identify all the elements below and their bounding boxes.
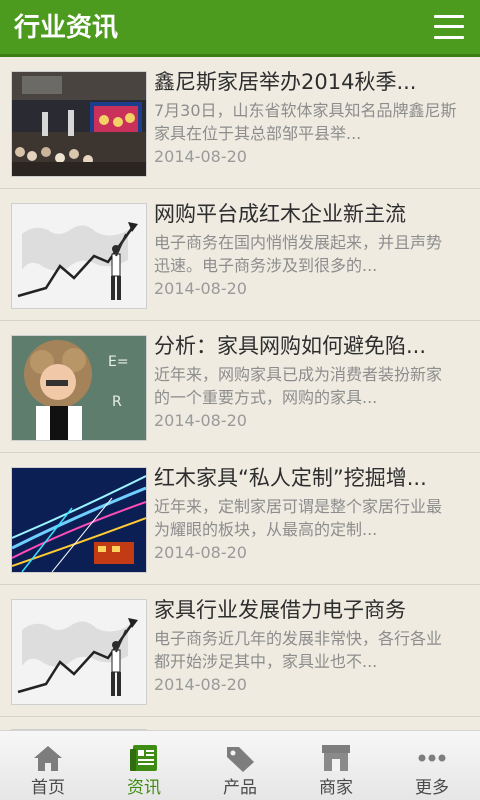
article-summary: 近年来，网购家具已成为消费者装扮新家的一个重要方式，网购的家具... [154, 365, 443, 407]
app-header: 行业资讯 [0, 0, 480, 57]
article-thumbnail [11, 599, 147, 705]
article-title: 网购平台成红木企业新主流 [154, 202, 406, 226]
tab-label: 更多 [415, 778, 449, 798]
article-summary: 电子商务在国内悄悄发展起来，并且声势迅速。电子商务涉及到很多的... [154, 233, 443, 275]
list-item[interactable]: E= R 分析：家具网购如何避免陷... 近年来，网购家具已成为消费者装扮新家的… [0, 321, 480, 453]
event-stage-photo [12, 72, 146, 176]
menu-icon[interactable] [434, 12, 464, 42]
store-icon [319, 743, 353, 773]
list-item[interactable]: 鑫尼斯家居举办2014秋季... 7月30日，山东省软体家具知名品牌鑫尼斯家具在… [0, 57, 480, 189]
tab-label: 资讯 [127, 778, 161, 798]
tab-merchants[interactable]: 商家 [288, 731, 384, 800]
tab-label: 首页 [31, 778, 65, 798]
tab-label: 产品 [223, 778, 257, 798]
growth-chart-businessman [12, 600, 146, 704]
more-icon [415, 743, 449, 773]
article-title: 鑫尼斯家居举办2014秋季... [154, 70, 417, 94]
article-date: 2014-08-20 [154, 147, 247, 166]
article-date: 2014-08-20 [154, 279, 247, 298]
tab-label: 商家 [319, 778, 353, 798]
article-summary: 近年来，定制家居可谓是整个家居行业最为耀眼的板块，从最高的定制... [154, 497, 443, 539]
article-date: 2014-08-20 [154, 675, 247, 694]
list-item[interactable]: 家具行业发展借力电子商务 电子商务近几年的发展非常快，各行各业都开始涉足其中，家… [0, 585, 480, 717]
article-list: 鑫尼斯家居举办2014秋季... 7月30日，山东省软体家具知名品牌鑫尼斯家具在… [0, 57, 480, 730]
curly-hair-child-blackboard: E= R [12, 336, 146, 440]
article-title: 家具行业发展借力电子商务 [154, 598, 406, 622]
article-date: 2014-08-20 [154, 543, 247, 562]
article-thumbnail [11, 203, 147, 309]
list-item[interactable]: 网购平台成红木企业新主流 电子商务在国内悄悄发展起来，并且声势迅速。电子商务涉及… [0, 189, 480, 321]
tab-home[interactable]: 首页 [0, 731, 96, 800]
article-thumbnail [11, 467, 147, 573]
article-summary: 7月30日，山东省软体家具知名品牌鑫尼斯家具在位于其总部邹平县举... [154, 101, 457, 143]
news-icon [127, 743, 161, 773]
svg-text:R: R [112, 394, 122, 410]
article-title: 分析：家具网购如何避免陷... [154, 334, 427, 358]
tab-products[interactable]: 产品 [192, 731, 288, 800]
bottom-tab-bar: 首页 资讯 产品 商家 更多 [0, 730, 480, 800]
growth-chart-businessman [12, 204, 146, 308]
page-title: 行业资讯 [14, 13, 119, 43]
tag-icon [223, 743, 257, 773]
list-item[interactable]: 红木家具“私人定制”挖掘增... 近年来，定制家居可谓是整个家居行业最为耀眼的板… [0, 453, 480, 585]
tab-news[interactable]: 资讯 [96, 731, 192, 800]
article-thumbnail: E= R [11, 335, 147, 441]
light-trails-city [12, 468, 146, 572]
tab-more[interactable]: 更多 [384, 731, 480, 800]
svg-text:E=: E= [108, 354, 129, 370]
article-thumbnail [11, 71, 147, 177]
article-title: 红木家具“私人定制”挖掘增... [154, 466, 427, 490]
home-icon [31, 743, 65, 773]
article-summary: 电子商务近几年的发展非常快，各行各业都开始涉足其中，家具业也不... [154, 629, 443, 671]
article-date: 2014-08-20 [154, 411, 247, 430]
